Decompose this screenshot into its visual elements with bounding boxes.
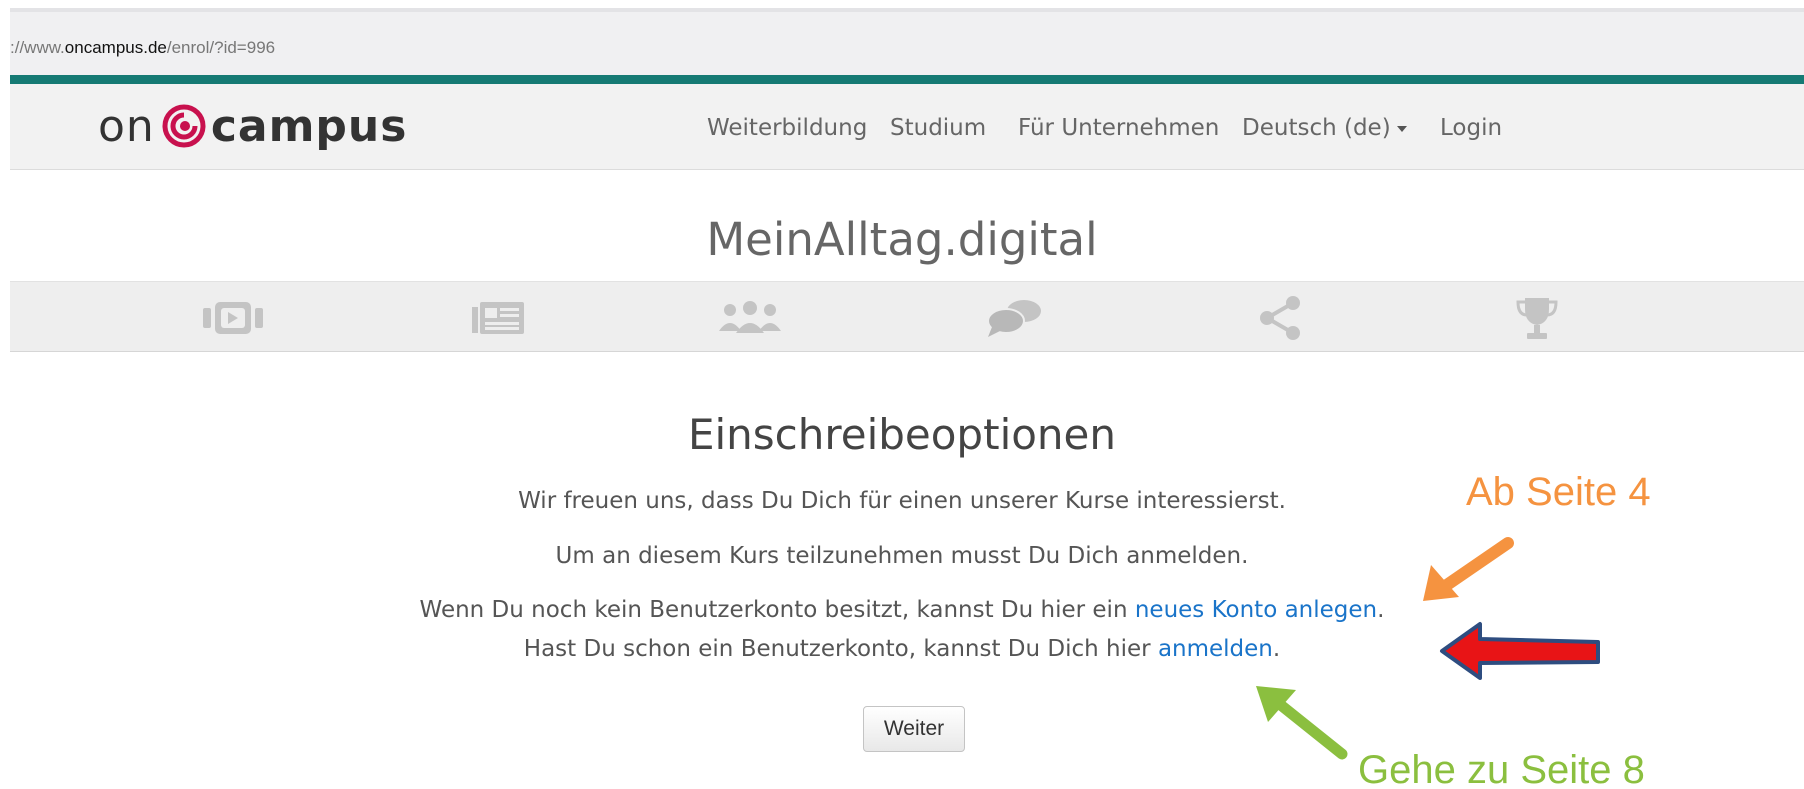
annotation-gehe-zu-seite-8: Gehe zu Seite 8 [1358, 748, 1645, 789]
green-arrow-icon [1256, 686, 1348, 760]
logo-mark-icon [162, 104, 206, 148]
course-icon-bar [10, 281, 1804, 352]
login-suffix: . [1272, 636, 1281, 662]
login-link[interactable]: anmelden [1158, 636, 1273, 662]
nav-fuer-unternehmen[interactable]: Für Unternehmen [1018, 115, 1219, 141]
logo-text-on: on [98, 100, 155, 152]
new-account-suffix: . [1377, 597, 1385, 623]
nav-studium[interactable]: Studium [890, 115, 986, 141]
news-icon[interactable] [463, 295, 533, 341]
enrol-login-required-text: Um an diesem Kurs teilzunehmen musst Du … [555, 543, 1249, 569]
trophy-icon[interactable] [1502, 295, 1572, 341]
enrol-heading: Einschreibeoptionen [687, 410, 1117, 459]
nav-weiterbildung[interactable]: Weiterbildung [707, 115, 867, 141]
site-navbar: on campus Weiterbildung Studium Für Unte… [10, 84, 1804, 170]
annotation-ab-seite-4: Ab Seite 4 [1466, 470, 1651, 514]
new-account-link[interactable]: neues Konto anlegen [1135, 597, 1377, 623]
address-bar[interactable]: ://www.oncampus.de/enrol/?id=996 [10, 8, 1804, 75]
accent-line [10, 75, 1804, 84]
continue-button[interactable]: Weiter [863, 706, 965, 752]
url-text[interactable]: ://www.oncampus.de/enrol/?id=996 [10, 38, 275, 58]
browser-top-strip [0, 0, 1804, 8]
language-label: Deutsch (de) [1242, 115, 1391, 141]
chat-icon[interactable] [979, 295, 1049, 341]
red-arrow-icon [1440, 622, 1600, 680]
course-title: MeinAlltag.digital [706, 213, 1098, 266]
orange-arrow-icon [1423, 537, 1514, 601]
share-icon[interactable] [1245, 295, 1315, 341]
oncampus-logo[interactable]: on campus [98, 98, 407, 154]
new-account-prefix: Wenn Du noch kein Benutzerkonto besitzt,… [419, 597, 1135, 623]
nav-login[interactable]: Login [1440, 115, 1502, 141]
logo-text-campus: campus [210, 100, 408, 152]
group-icon[interactable] [715, 295, 785, 341]
nav-language-dropdown[interactable]: Deutsch (de) [1242, 115, 1407, 141]
video-icon[interactable] [198, 295, 268, 341]
login-prefix: Hast Du schon ein Benutzerkonto, kannst … [523, 636, 1158, 662]
caret-down-icon [1396, 125, 1407, 132]
